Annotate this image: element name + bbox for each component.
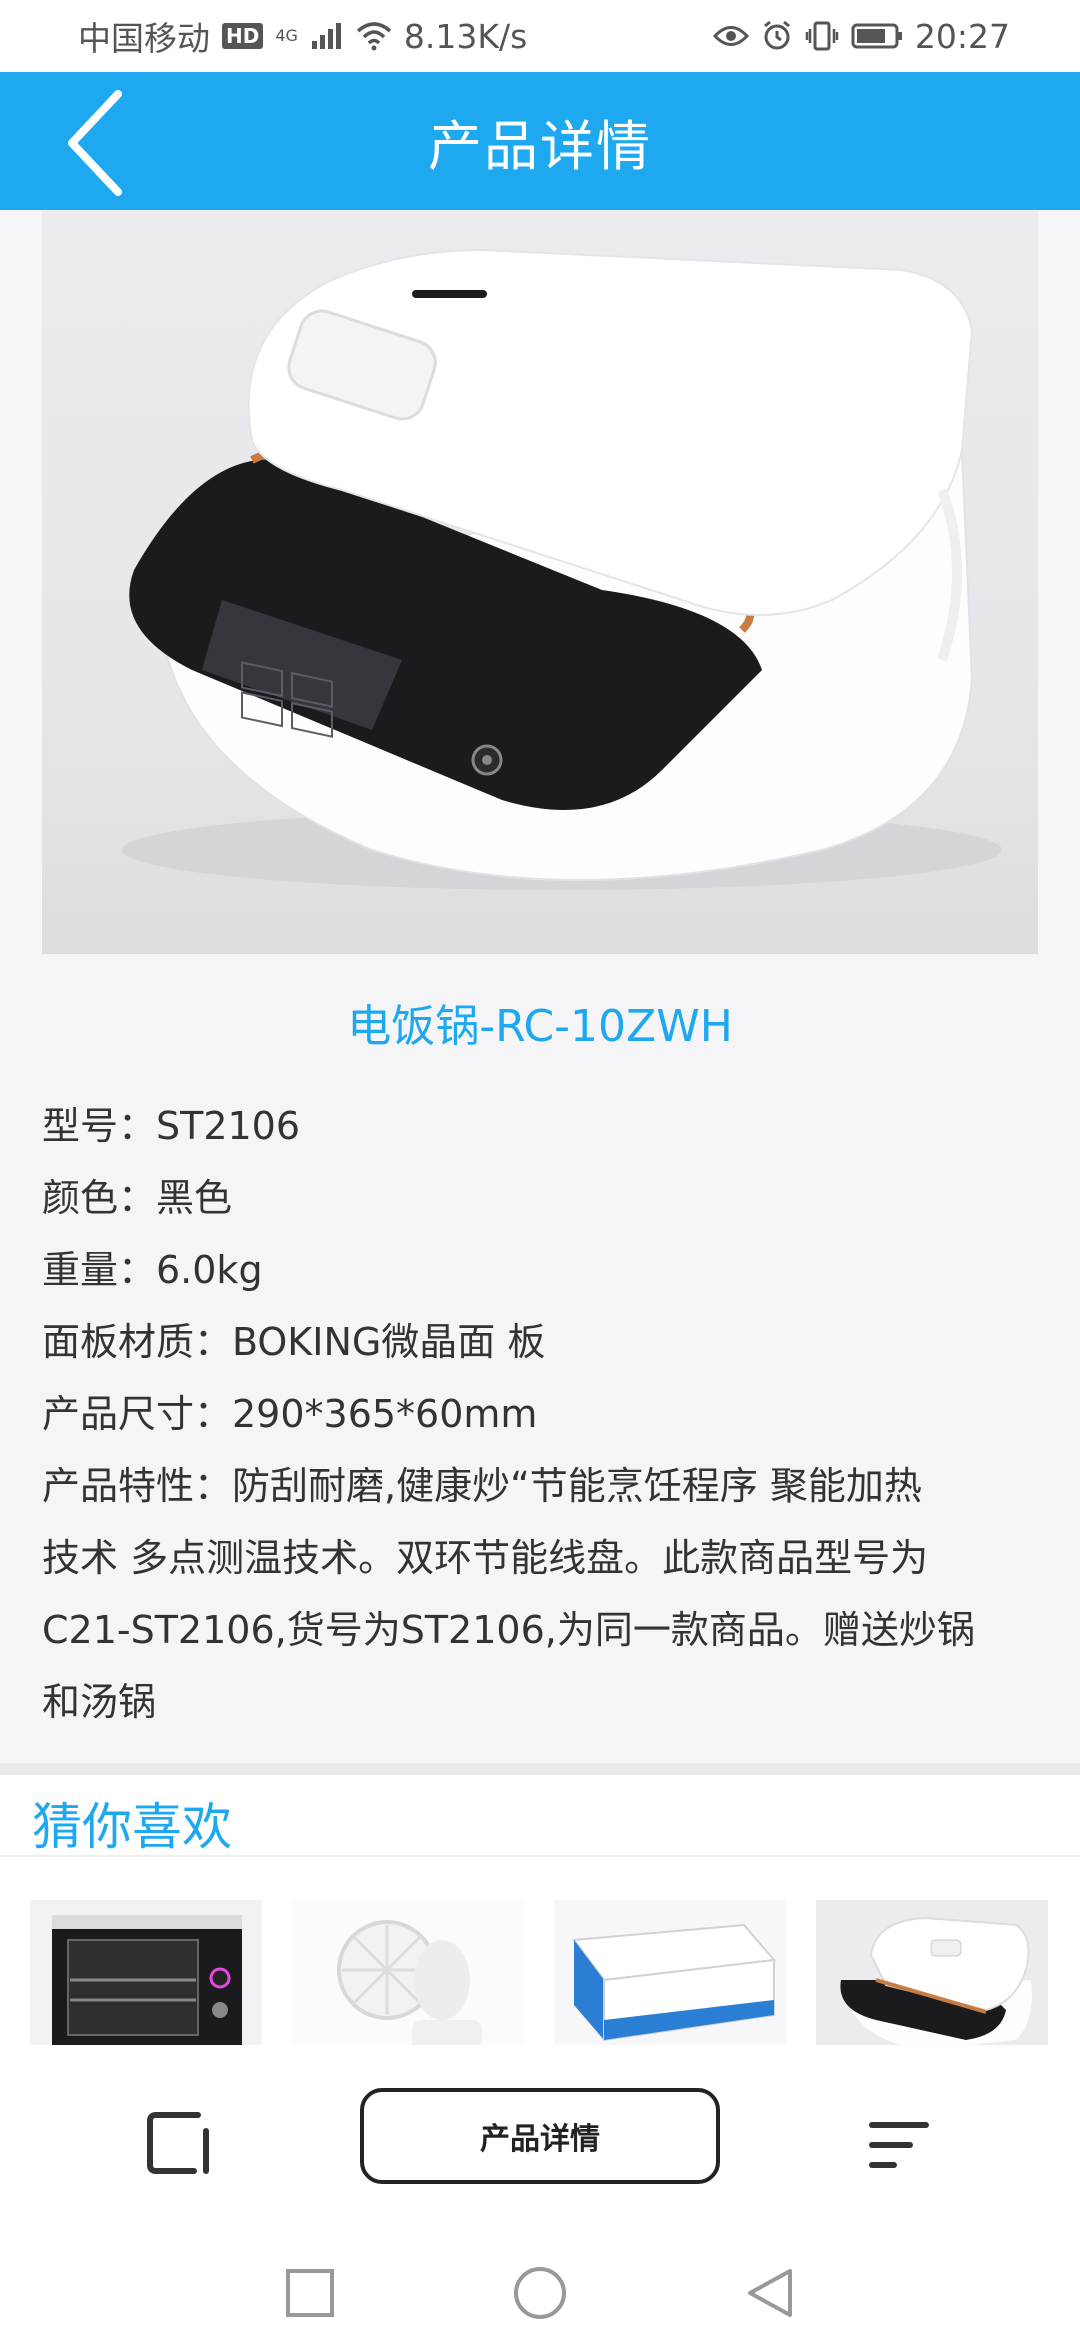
menu-button[interactable] — [860, 2105, 940, 2185]
window-icon — [147, 2112, 209, 2174]
recommend-section: 猜你喜欢 — [0, 1775, 1080, 2050]
wifi-icon — [356, 22, 392, 51]
spec-features-line: 和汤锅 — [42, 1680, 157, 1724]
spec-panel-material: 面板材质：BOKING微晶面 板 — [42, 1320, 546, 1364]
chevron-left-icon — [68, 90, 122, 196]
hd-badge: HD — [222, 23, 264, 49]
recommend-item-printer[interactable] — [554, 1900, 786, 2050]
recommend-title: 猜你喜欢 — [32, 1798, 232, 1856]
oven-thumbnail — [52, 1915, 242, 2050]
app-header: 产品详情 — [0, 72, 1080, 210]
recommend-divider — [0, 1855, 1080, 1857]
back-nav-button[interactable] — [740, 2263, 800, 2323]
product-name: 电饭锅-RC-10ZWH — [347, 1001, 733, 1052]
network-speed: 8.13K/s — [403, 16, 528, 56]
rice-cooker-illustration — [122, 248, 1002, 890]
spec-color: 颜色：黑色 — [42, 1176, 233, 1220]
status-bar: 中国移动 HD 4G 8.13K/s 20:27 — [0, 0, 1080, 72]
spec-model: 型号：ST2106 — [42, 1104, 301, 1148]
home-button[interactable] — [510, 2263, 570, 2323]
carrier-label: 中国移动 — [78, 19, 210, 58]
printer-thumbnail — [554, 1900, 786, 2050]
section-divider — [0, 1763, 1080, 1775]
recommend-item-rice-cooker[interactable] — [816, 1900, 1048, 2050]
spec-weight: 重量：6.0kg — [42, 1248, 263, 1292]
multi-window-button[interactable] — [140, 2105, 220, 2185]
alarm-icon — [763, 20, 790, 50]
back-button[interactable] — [40, 88, 150, 198]
bottom-action-bar: 产品详情 — [0, 2045, 1080, 2245]
circle-icon — [514, 2267, 566, 2319]
spec-features-line: C21-ST2106,货号为ST2106,为同一款商品。赠送炒锅 — [42, 1608, 975, 1652]
spec-features-line: 技术 多点测温技术。双环节能线盘。此款商品型号为 — [42, 1536, 929, 1580]
product-image — [42, 210, 1038, 954]
eye-icon — [712, 26, 749, 46]
product-detail-button[interactable]: 产品详情 — [360, 2088, 720, 2184]
clock: 20:27 — [914, 16, 1010, 56]
status-left: 中国移动 HD 4G 8.13K/s — [78, 12, 527, 60]
page-title: 产品详情 — [428, 114, 652, 178]
spec-size: 产品尺寸：290*365*60mm — [42, 1392, 538, 1436]
battery-icon — [851, 23, 902, 49]
spec-features-line: 产品特性：防刮耐磨,健康炒“节能烹饪程序 聚能加热 — [42, 1464, 922, 1508]
recommend-item-oven[interactable] — [30, 1900, 262, 2050]
fan-thumbnail — [292, 1900, 524, 2050]
recents-button[interactable] — [280, 2263, 340, 2323]
network-type: 4G — [275, 26, 298, 45]
vibrate-icon — [805, 21, 839, 51]
rice-cooker-thumbnail — [816, 1900, 1048, 2050]
menu-icon — [869, 2122, 929, 2168]
recommend-item-fan[interactable] — [292, 1900, 524, 2050]
square-icon — [286, 2269, 334, 2317]
system-nav-bar — [0, 2245, 1080, 2340]
signal-icon — [311, 23, 341, 49]
status-right: 20:27 — [712, 16, 1010, 56]
spec-list: 型号：ST2106 颜色：黑色 重量：6.0kg 面板材质：BOKING微晶面 … — [42, 1090, 1042, 1738]
triangle-back-icon — [748, 2269, 792, 2317]
